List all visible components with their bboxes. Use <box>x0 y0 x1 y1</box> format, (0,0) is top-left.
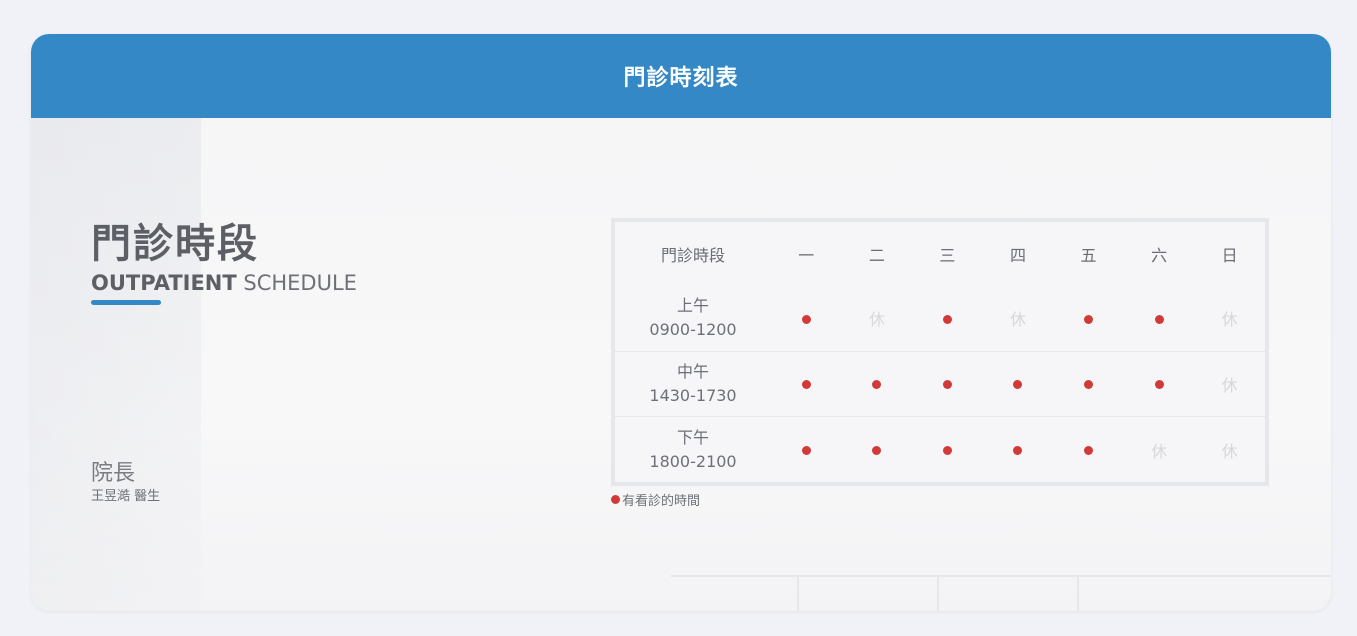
day-cell: 休 <box>1194 286 1265 351</box>
open-dot-icon <box>1154 314 1164 324</box>
open-dot-icon <box>611 495 620 504</box>
table-row: 上午 0900-1200 休 休 休 <box>615 286 1265 351</box>
title-underline <box>91 300 161 305</box>
open-dot-icon <box>1084 314 1094 324</box>
section-subtitle: OUTPATIENT SCHEDULE <box>91 270 357 296</box>
schedule-body: 上午 0900-1200 休休休中午 1430-1730 休下午 1800-2100 休休 <box>615 286 1265 482</box>
slot-time: 0900-1200 <box>649 320 737 340</box>
day-cell <box>912 350 983 417</box>
day-cell: 休 <box>842 286 913 351</box>
closed-label: 休 <box>1009 310 1026 330</box>
card-header: 門診時刻表 <box>31 34 1331 118</box>
slot-cell: 上午 0900-1200 <box>615 286 771 351</box>
doctor-name: 王昱澔 醫生 <box>91 489 161 504</box>
day-cell <box>1124 286 1195 351</box>
open-dot-icon <box>1084 446 1094 456</box>
closed-label: 休 <box>1151 441 1168 461</box>
day-cell: 休 <box>1123 416 1195 482</box>
section-title: 門診時段 <box>91 221 259 267</box>
schedule-table-container: 門診時段 一 二 三 四 五 六 日 上午 0900-1200 休休休中午 1430-… <box>611 218 1269 486</box>
column-header-day: 四 <box>1009 246 1026 265</box>
closed-label: 休 <box>1221 310 1238 330</box>
open-dot-icon <box>942 380 952 390</box>
day-cell <box>771 416 842 482</box>
day-cell <box>1123 350 1195 417</box>
column-header-day: 日 <box>1221 246 1238 265</box>
schedule-table: 門診時段 一 二 三 四 五 六 日 上午 0900-1200 休休休中午 1430-… <box>615 222 1265 482</box>
column-header-slot: 門診時段 <box>660 246 725 265</box>
day-cell <box>1053 286 1124 351</box>
slot-time: 1430-1730 <box>649 385 737 405</box>
slot-cell: 下午 1800-2100 <box>615 416 771 482</box>
legend: 有看診的時間 <box>611 490 700 509</box>
day-cell: 休 <box>1194 416 1265 482</box>
open-dot-icon <box>942 446 952 456</box>
table-header-row: 門診時段 一 二 三 四 五 六 日 <box>615 222 1265 286</box>
open-dot-icon <box>801 314 811 324</box>
column-header-day: 六 <box>1151 246 1168 265</box>
open-dot-icon <box>1154 380 1164 390</box>
background-decoration-bottom <box>671 575 1331 611</box>
open-dot-icon <box>872 446 882 456</box>
open-dot-icon <box>801 446 811 456</box>
day-cell <box>982 416 1054 482</box>
open-dot-icon <box>1013 380 1023 390</box>
closed-label: 休 <box>1221 441 1238 461</box>
header-title: 門診時刻表 <box>623 66 739 91</box>
day-cell <box>1053 350 1124 417</box>
card-body: 門診時段 OUTPATIENT SCHEDULE 院長 王昱澔 醫生 門診時段 … <box>31 118 1331 611</box>
slot-cell: 中午 1430-1730 <box>615 350 771 417</box>
doctor-info: 院長 王昱澔 醫生 <box>91 460 160 506</box>
slot-name: 上午 <box>676 296 709 316</box>
table-row: 下午 1800-2100 休 休 <box>615 416 1265 482</box>
day-cell <box>771 350 842 417</box>
table-row: 中午 1430-1730 休 <box>615 350 1265 417</box>
doctor-role: 院長 <box>91 461 136 486</box>
background-decoration <box>31 118 201 611</box>
open-dot-icon <box>801 380 811 390</box>
section-subtitle-strong: OUTPATIENT <box>91 271 237 295</box>
closed-label: 休 <box>868 310 885 330</box>
open-dot-icon <box>872 380 882 390</box>
open-dot-icon <box>942 314 952 324</box>
day-cell <box>982 350 1054 417</box>
column-header-day: 二 <box>868 246 885 265</box>
column-header-day: 一 <box>798 246 815 265</box>
open-dot-icon <box>1084 380 1094 390</box>
schedule-card: 門診時刻表 門診時段 OUTPATIENT SCHEDULE 院長 王昱澔 醫生… <box>31 34 1331 611</box>
open-dot-icon <box>1013 446 1023 456</box>
day-cell: 休 <box>1194 350 1265 417</box>
slot-name: 下午 <box>676 427 709 447</box>
section-title-block: 門診時段 OUTPATIENT SCHEDULE <box>91 220 357 305</box>
slot-time: 1800-2100 <box>649 451 737 471</box>
day-cell <box>771 286 842 351</box>
closed-label: 休 <box>1221 375 1238 395</box>
day-cell <box>841 416 913 482</box>
day-cell <box>912 286 983 351</box>
slot-name: 中午 <box>676 361 709 381</box>
column-header-day: 三 <box>939 246 956 265</box>
column-header-day: 五 <box>1080 246 1097 265</box>
section-subtitle-rest: SCHEDULE <box>236 271 357 295</box>
day-cell <box>841 350 913 417</box>
day-cell: 休 <box>983 286 1054 351</box>
day-cell <box>912 416 983 482</box>
day-cell <box>1053 416 1124 482</box>
legend-text: 有看診的時間 <box>622 494 701 509</box>
